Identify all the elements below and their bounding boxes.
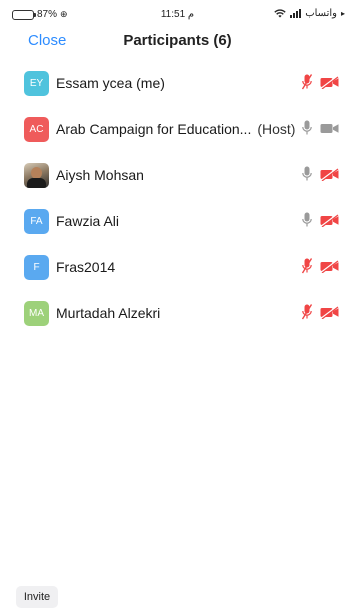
participant-name: Murtadah Alzekri: [56, 305, 161, 321]
status-right: واتساب ▸: [274, 8, 345, 19]
participant-list: EY Essam ycea (me) AC Arab Campaign for …: [0, 60, 355, 336]
participant-row[interactable]: AC Arab Campaign for Education... (Host): [0, 106, 355, 152]
participant-row[interactable]: EY Essam ycea (me): [0, 60, 355, 106]
page-title: Participants (6): [123, 32, 232, 49]
participant-name: Arab Campaign for Education...: [56, 121, 252, 137]
wifi-icon: [274, 9, 286, 18]
participant-row[interactable]: Aiysh Mohsan: [0, 152, 355, 198]
video-camera-off-icon[interactable]: [320, 259, 339, 278]
back-to-app-link[interactable]: واتساب: [305, 8, 337, 19]
participant-name: Essam ycea (me): [56, 75, 165, 91]
avatar: FA: [24, 208, 49, 234]
invite-button[interactable]: Invite: [16, 586, 58, 608]
video-camera-off-icon[interactable]: [320, 167, 339, 186]
avatar: AC: [24, 116, 49, 142]
participant-row[interactable]: MA Murtadah Alzekri: [0, 290, 355, 336]
microphone-muted-icon[interactable]: [301, 74, 313, 95]
participant-status-icons: [302, 166, 339, 187]
host-tag: (Host): [257, 121, 296, 137]
avatar: EY: [24, 70, 49, 96]
avatar-photo-face: [31, 166, 42, 179]
participant-status-icons: [302, 120, 339, 141]
microphone-muted-icon[interactable]: [301, 258, 313, 279]
microphone-icon[interactable]: [302, 212, 312, 233]
back-arrow-icon: ▸: [340, 9, 345, 18]
video-camera-icon[interactable]: [320, 122, 339, 140]
video-camera-off-icon[interactable]: [320, 213, 339, 232]
participant-status-icons: [302, 212, 339, 233]
microphone-icon[interactable]: [302, 120, 312, 141]
participant-row[interactable]: FA Fawzia Ali: [0, 198, 355, 244]
nav-bar: Close Participants (6): [0, 28, 355, 54]
avatar: F: [24, 254, 49, 280]
participant-name: Aiysh Mohsan: [56, 167, 144, 183]
participant-status-icons: [301, 304, 339, 325]
participant-status-icons: [301, 258, 339, 279]
avatar-photo-body: [27, 177, 46, 188]
participant-name: Fawzia Ali: [56, 213, 120, 229]
microphone-muted-icon[interactable]: [301, 304, 313, 325]
avatar: [24, 162, 49, 188]
video-camera-off-icon[interactable]: [320, 305, 339, 324]
signal-icon: [290, 9, 302, 18]
status-bar: 87% ⊕ 11:51 م واتساب ▸: [0, 0, 355, 30]
avatar: MA: [24, 300, 49, 326]
video-camera-off-icon[interactable]: [320, 75, 339, 94]
microphone-icon[interactable]: [302, 166, 312, 187]
participant-status-icons: [301, 74, 339, 95]
invite-label: Invite: [23, 591, 51, 603]
participant-name: Fras2014: [56, 259, 116, 275]
participant-row[interactable]: F Fras2014: [0, 244, 355, 290]
